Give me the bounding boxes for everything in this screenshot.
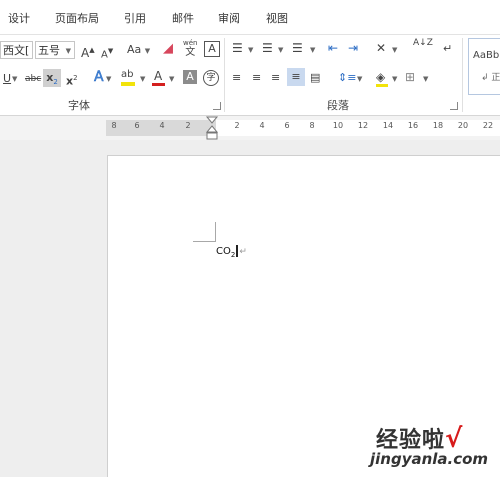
font-color-swatch [152,83,165,86]
style-sample-text: AaBb [473,50,500,61]
document-text-main: CO [216,246,231,257]
clear-format-icon[interactable]: ◢ [163,42,173,56]
style-sample-sub: ↲ 正 [481,73,500,83]
shading-icon[interactable]: ◈ [376,70,385,84]
strikethrough-button[interactable]: abc [25,72,41,86]
indent-marker-icon[interactable] [205,116,219,142]
tab-mailings[interactable]: 邮件 [172,10,194,26]
tab-references[interactable]: 引用 [124,10,146,26]
distribute-icon[interactable]: ▤ [310,71,320,85]
line-spacing-caret-icon[interactable]: ▼ [357,75,362,83]
grow-font-button[interactable]: A▲ [81,43,95,60]
multilevel-list-icon[interactable]: ☰ [292,41,303,55]
decrease-indent-icon[interactable]: ⇤ [328,41,338,55]
paragraph-mark: ↵ [239,247,247,257]
change-case-button[interactable]: Aa ▼ [127,43,150,58]
show-marks-icon[interactable]: ↵ [443,42,452,56]
font-dialog-launcher-icon[interactable] [213,102,221,110]
ruler-tick: 10 [332,121,344,130]
paragraph-group-label: 段落 [327,99,349,112]
ruler-tick: 2 [185,121,191,130]
char-shading-button[interactable]: A [183,70,197,84]
menu-bar: 设计 页面布局 引用 邮件 审阅 视图 [0,0,500,35]
font-name-value: 西文[ [3,44,30,57]
document-text-line[interactable]: CO2 ↵ [216,245,247,259]
tab-layout[interactable]: 页面布局 [55,10,99,26]
ruler-tick: 14 [382,121,394,130]
group-divider [224,38,225,112]
ribbon: 西文[ 五号 ▼ A▲ A▼ Aa ▼ ◢ wén 文 A U ▼ abc x2… [0,35,500,116]
shrink-font-button[interactable]: A▼ [101,44,113,62]
chinese-layout-caret-icon[interactable]: ▼ [392,46,397,54]
tab-design[interactable]: 设计 [8,10,30,26]
subscript-button[interactable]: x2 [43,69,61,87]
numbering-icon[interactable]: ☰ [262,41,273,55]
shading-caret-icon[interactable]: ▼ [392,75,397,83]
font-name-box[interactable]: 西文[ [0,41,33,59]
tab-view[interactable]: 视图 [266,10,288,26]
bullets-icon[interactable]: ☰ [232,41,243,55]
chinese-layout-icon[interactable]: ✕ [376,41,386,55]
ruler-tick: 12 [357,121,369,130]
font-group-label: 字体 [68,99,90,112]
paragraph-dialog-launcher-icon[interactable] [450,102,458,110]
line-spacing-icon[interactable]: ⇕≡ [338,71,356,85]
enclose-char-button[interactable]: 字 [203,70,219,86]
ruler-tick: 16 [407,121,419,130]
phonetic-guide-button[interactable]: wén 文 [183,38,197,58]
borders-caret-icon[interactable]: ▼ [423,75,428,83]
increase-indent-icon[interactable]: ⇥ [348,41,358,55]
font-size-caret-icon: ▼ [65,47,71,55]
align-left-icon[interactable]: ≡ [232,71,241,85]
multilevel-caret-icon[interactable]: ▼ [310,46,315,54]
ruler-tick: 8 [111,121,117,130]
sort-button[interactable]: A↓Z [413,39,433,48]
borders-icon[interactable]: ⊞ [405,70,415,84]
ruler-tick: 2 [234,121,240,130]
numbering-caret-icon[interactable]: ▼ [278,46,283,54]
text-effects-caret-icon[interactable]: ▼ [106,75,111,83]
tab-review[interactable]: 审阅 [218,10,240,26]
text-effects-button[interactable]: A [94,70,104,85]
margin-corner-marker [193,222,216,242]
ruler-tick: 8 [309,121,315,130]
font-color-caret-icon[interactable]: ▼ [169,75,174,83]
ruler-tick: 22 [482,121,494,130]
phonetic-bottom-text: 文 [185,47,196,58]
shading-color-swatch [376,84,388,87]
align-center-icon[interactable]: ≡ [252,71,261,85]
ruler-tick: 20 [457,121,469,130]
char-border-button[interactable]: A [204,41,220,57]
watermark-url: jingyanla.com [370,450,489,468]
style-normal-card[interactable]: AaBb ↲ 正 [468,38,500,95]
ruler-tick: 6 [134,121,140,130]
superscript-button[interactable]: x2 [66,71,78,89]
align-right-icon[interactable]: ≡ [271,71,280,85]
font-color-button[interactable]: A [154,69,162,83]
underline-button[interactable]: U [3,72,11,86]
justify-icon[interactable]: ≡ [287,68,305,86]
font-size-value: 五号 [38,44,60,57]
document-text-subscript: 2 [230,251,236,259]
highlight-caret-icon[interactable]: ▼ [140,75,145,83]
ruler-tick: 6 [284,121,290,130]
highlight-color-swatch [121,82,135,86]
group-divider [462,38,463,112]
horizontal-ruler[interactable]: 8 6 4 2 2 4 6 8 10 12 14 16 18 20 22 [0,116,500,140]
highlight-button[interactable]: ab [121,68,133,82]
ruler-tick: 18 [432,121,444,130]
font-size-box[interactable]: 五号 ▼ [35,41,75,59]
bullets-caret-icon[interactable]: ▼ [248,46,253,54]
underline-caret-icon[interactable]: ▼ [12,75,17,83]
ruler-tick: 4 [159,121,165,130]
ruler-tick: 4 [259,121,265,130]
